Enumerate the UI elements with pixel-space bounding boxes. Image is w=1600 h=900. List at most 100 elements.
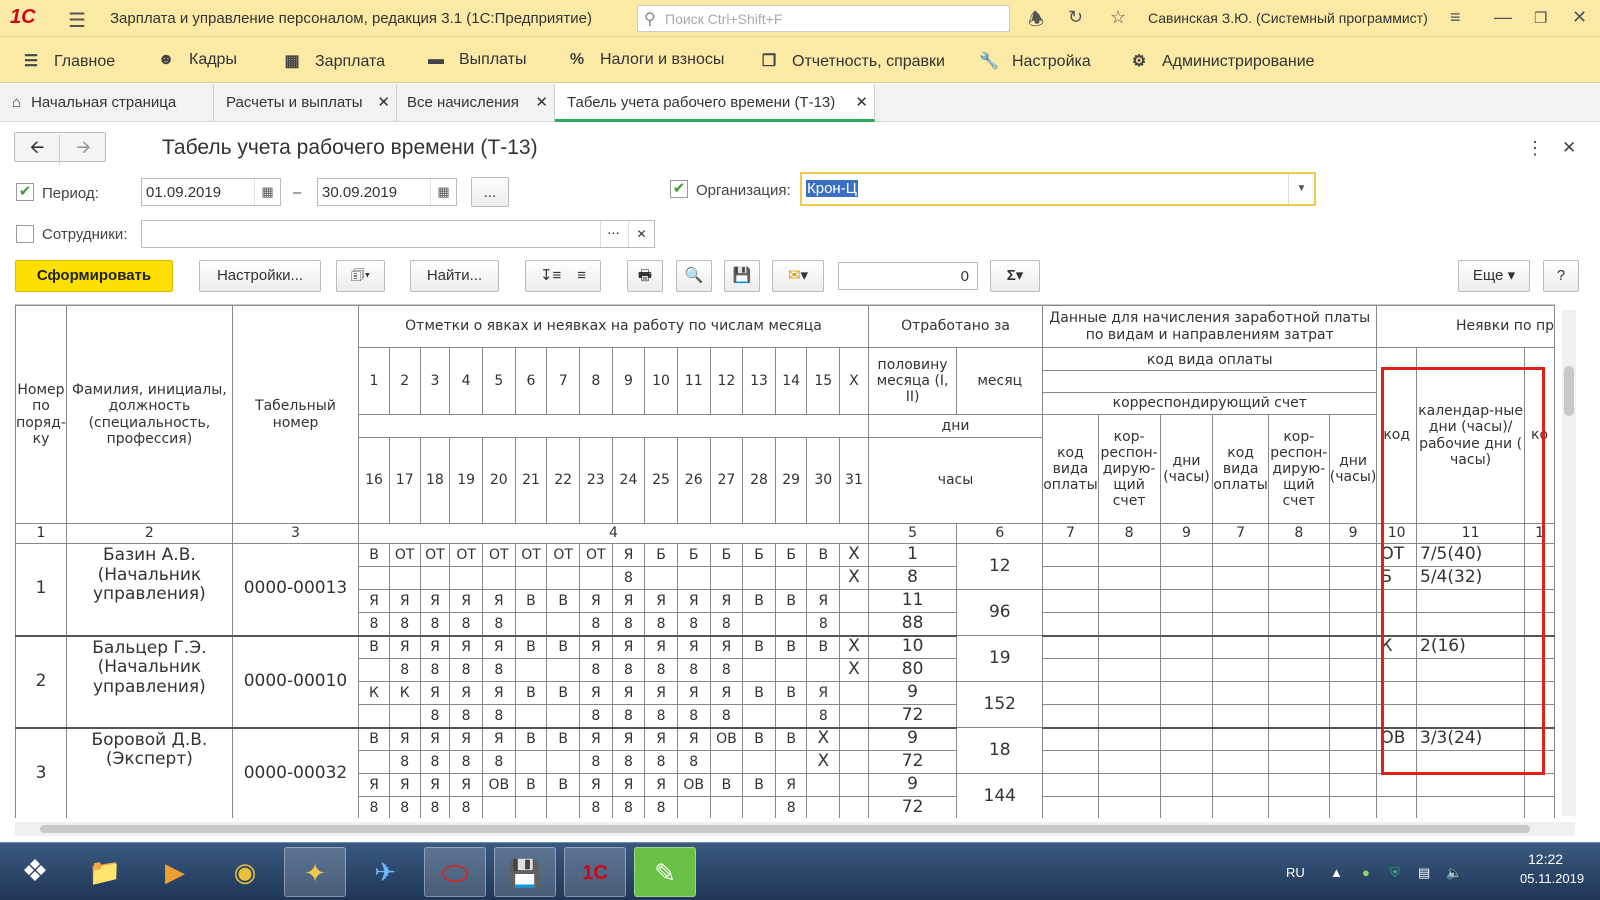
collapse-groups-icon[interactable]: ≡ (577, 267, 586, 284)
help-button[interactable]: ? (1543, 260, 1579, 292)
generate-button[interactable]: Сформировать (15, 260, 173, 292)
choose-period-button[interactable]: ... (471, 177, 509, 207)
tab-calculations[interactable]: Расчеты и выплаты ✕ (214, 84, 397, 122)
section-payments[interactable]: ▬ Выплаты (425, 51, 527, 69)
pay-data-cell (1097, 635, 1161, 659)
sum-button[interactable]: Σ▾ (990, 260, 1040, 292)
more-actions-icon[interactable]: ⋮ (1526, 138, 1544, 159)
organization-label: Организация: (696, 182, 791, 199)
volume-icon[interactable]: 🔈 (1446, 865, 1462, 881)
forward-arrow-icon[interactable]: 🡪 (61, 135, 106, 165)
day-mark: Я (419, 773, 451, 797)
vertical-scrollbar[interactable] (1562, 310, 1576, 816)
shield-icon[interactable]: ⛨ (1390, 865, 1400, 881)
close-form-icon[interactable]: ✕ (1562, 138, 1576, 158)
tab-accruals[interactable]: Все начисления ✕ (397, 84, 555, 122)
day-mark: 8 (578, 796, 613, 818)
language-indicator[interactable]: RU (1286, 865, 1305, 880)
tab-timesheet[interactable]: Табель учета рабочего времени (Т-13) ✕ (555, 84, 875, 122)
period-checkbox[interactable]: ✔ (16, 183, 34, 201)
absence-extra (1524, 681, 1555, 705)
tab-home[interactable]: ⌂ Начальная страница (0, 84, 214, 122)
section-reports[interactable]: ❐ Отчетность, справки (758, 51, 945, 71)
history-icon[interactable]: ↻ (1068, 7, 1083, 28)
settings-button[interactable]: Настройки... (199, 260, 321, 292)
pay-data-cell (1097, 543, 1161, 567)
opera-icon[interactable]: ⬭ (424, 847, 486, 897)
preview-button[interactable]: 🔍 (676, 260, 712, 292)
variants-button[interactable]: 🗊▾ (336, 260, 385, 292)
save-disk-icon: 💾 (732, 267, 752, 284)
close-tab-icon[interactable]: ✕ (535, 93, 548, 111)
day-mark: 8 (578, 658, 613, 682)
close-tab-icon[interactable]: ✕ (855, 93, 868, 111)
expand-groups-icon[interactable]: ↧≡ (540, 267, 561, 284)
chrome-icon[interactable]: ◉ (214, 847, 276, 897)
save-button[interactable]: 💾 (724, 260, 760, 292)
day-mark: 8 (449, 612, 483, 637)
current-user[interactable]: Савинская З.Ю. (Системный программист) (1148, 10, 1428, 26)
messenger-icon[interactable]: ✎ (634, 847, 696, 897)
file-explorer-icon[interactable]: 📁 (74, 847, 136, 897)
start-orb-icon[interactable]: ❖ (4, 847, 66, 897)
section-taxes[interactable]: % Налоги и взносы (566, 51, 724, 69)
pay-data-cell (1097, 566, 1161, 590)
close-icon[interactable]: ✕ (1572, 7, 1587, 28)
sum-field: 0 (838, 262, 978, 290)
find-button[interactable]: Найти... (410, 260, 499, 292)
day-header: 28 (742, 437, 776, 524)
favorites-star-icon[interactable]: ☆ (1110, 7, 1126, 28)
pay-data-cell (1159, 750, 1214, 774)
main-menu-icon[interactable]: ☰ (68, 8, 86, 33)
minimize-icon[interactable]: — (1494, 7, 1512, 28)
date-from-input[interactable]: 01.09.2019 ▦ (141, 178, 281, 206)
pay-data-cell (1267, 796, 1330, 818)
settings-menu-icon[interactable]: ≡ (1450, 7, 1461, 28)
send-email-button[interactable]: ✉▾ (772, 260, 824, 292)
thunderbird-icon[interactable]: ✈ (354, 847, 416, 897)
clear-icon[interactable]: ✕ (628, 221, 654, 247)
date-to-input[interactable]: 30.09.2019 ▦ (317, 178, 457, 206)
clock-date[interactable]: 05.11.2019 (1520, 871, 1584, 886)
more-button[interactable]: Еще ▾ (1458, 260, 1530, 292)
printer-icon: 🖶 (637, 267, 653, 284)
calendar-icon[interactable]: ▦ (254, 179, 280, 205)
pay-data-cell (1328, 750, 1378, 774)
choose-employees-icon[interactable]: ... (600, 221, 626, 247)
clock-time[interactable]: 12:22 (1528, 851, 1563, 867)
header-corr-short: кор-респон-дирую-щий счет (1267, 414, 1330, 524)
yandex-icon[interactable]: ✦ (284, 847, 346, 897)
section-hr[interactable]: ☻ Кадры (155, 51, 237, 69)
section-administration[interactable]: ⚙ Администрирование (1128, 51, 1315, 71)
media-player-icon[interactable]: ▶ (144, 847, 206, 897)
half1-days: 9 (867, 727, 958, 751)
section-salary[interactable]: ▦ Зарплата (281, 51, 385, 71)
employees-checkbox[interactable] (16, 225, 34, 243)
bell-icon[interactable]: 🕭 (1028, 7, 1044, 37)
network-icon[interactable]: ▤ (1418, 865, 1430, 881)
user-status-icon[interactable]: ● (1362, 865, 1370, 880)
restore-icon[interactable]: ❐ (1534, 9, 1547, 27)
save-disk-icon[interactable]: 💾 (494, 847, 556, 897)
scroll-thumb[interactable] (40, 825, 1530, 833)
back-arrow-icon[interactable]: 🡨 (15, 135, 60, 165)
1c-logo-icon[interactable]: 1С (10, 6, 36, 29)
day-mark: 8 (644, 796, 678, 818)
section-main[interactable]: ☰ Главное (20, 51, 115, 71)
1c-icon[interactable]: 1С (564, 847, 626, 897)
section-settings[interactable]: 🔧 Настройка (978, 51, 1091, 71)
half2-hours: 72 (867, 704, 958, 729)
show-hidden-icons-icon[interactable]: ▲ (1330, 865, 1343, 880)
search-input[interactable]: ⚲ Поиск Ctrl+Shift+F (637, 5, 1010, 32)
day-mark (546, 796, 580, 818)
organization-select[interactable]: Крон-Ц ▼ (800, 172, 1316, 206)
scroll-thumb[interactable] (1564, 366, 1574, 416)
horizontal-scrollbar[interactable] (15, 822, 1575, 836)
organization-checkbox[interactable]: ✔ (670, 180, 688, 198)
print-button[interactable]: 🖶 (627, 260, 663, 292)
close-tab-icon[interactable]: ✕ (377, 93, 390, 111)
chevron-down-icon[interactable]: ▼ (1288, 174, 1314, 204)
employees-input[interactable]: ... ✕ (141, 220, 655, 248)
day-mark: Я (709, 589, 744, 613)
calendar-icon[interactable]: ▦ (430, 179, 456, 205)
